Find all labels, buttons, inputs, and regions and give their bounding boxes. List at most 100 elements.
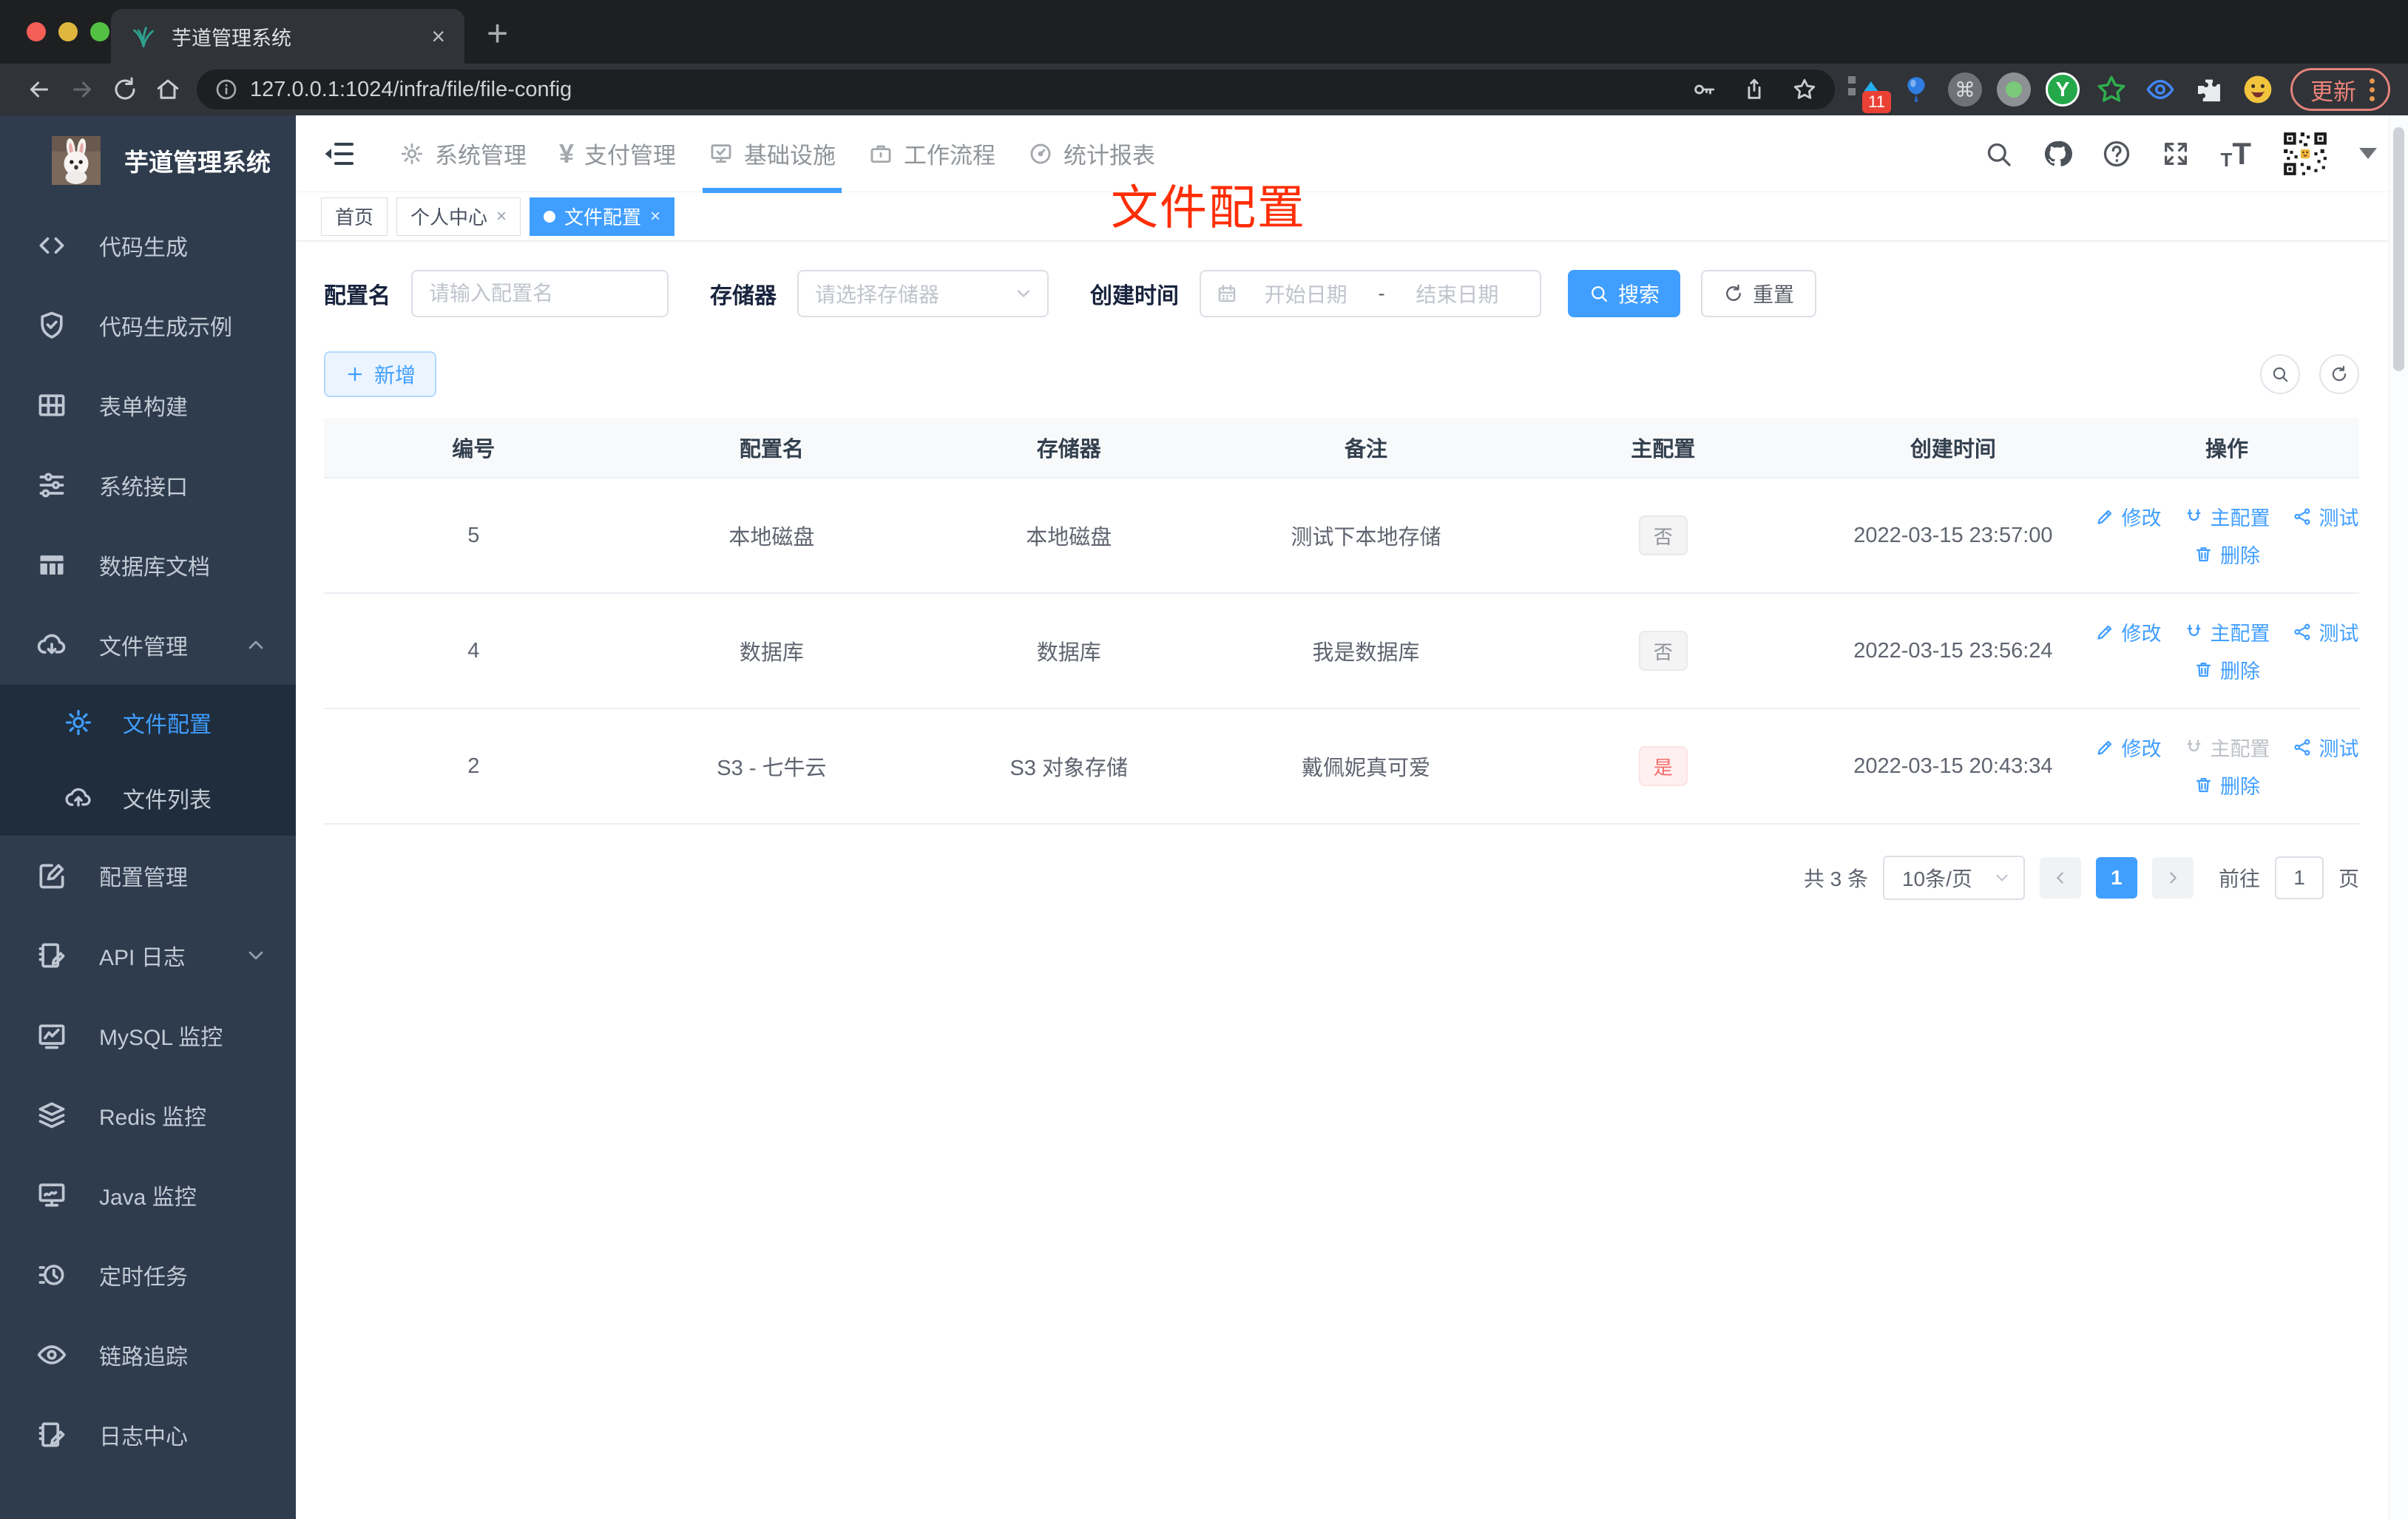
grid-icon: [35, 389, 68, 422]
prev-page-button[interactable]: [2039, 857, 2081, 899]
extension-badge: 11: [1862, 90, 1891, 113]
date-start-placeholder[interactable]: 开始日期: [1238, 279, 1373, 308]
extension-dot-icon[interactable]: [1996, 72, 2032, 107]
new-tab-button[interactable]: +: [487, 12, 508, 55]
delete-link[interactable]: 删除: [2194, 540, 2260, 569]
test-link[interactable]: 测试: [2293, 618, 2359, 646]
col-header-name: 配置名: [623, 418, 921, 477]
help-icon[interactable]: [2102, 139, 2131, 169]
reset-button[interactable]: 重置: [1701, 270, 1817, 317]
site-info-icon[interactable]: [214, 78, 238, 101]
address-bar[interactable]: 127.0.0.1:1024/infra/file/file-config: [197, 70, 1835, 109]
sidebar-item-db-doc[interactable]: 数据库文档: [0, 525, 296, 605]
extension-eye-icon[interactable]: [2142, 72, 2178, 107]
master-config-link[interactable]: 主配置: [2184, 502, 2270, 531]
topnav-payment-management[interactable]: ¥ 支付管理: [543, 115, 692, 192]
avatar-dropdown-caret[interactable]: [2359, 148, 2377, 159]
avatar[interactable]: [2281, 129, 2330, 178]
goto-page-input[interactable]: [2274, 856, 2324, 899]
sidebar-item-system-api[interactable]: 系统接口: [0, 445, 296, 525]
topnav-system-management[interactable]: 系统管理: [383, 115, 543, 192]
next-page-button[interactable]: [2151, 857, 2194, 899]
close-tab-icon[interactable]: ×: [650, 206, 660, 227]
date-end-placeholder[interactable]: 结束日期: [1390, 279, 1525, 308]
browser-update-button[interactable]: 更新: [2290, 68, 2390, 111]
bookmark-star-icon[interactable]: [1792, 77, 1817, 102]
extension-star-icon[interactable]: [2094, 72, 2129, 107]
forward-button[interactable]: [61, 68, 104, 111]
page-scrollbar[interactable]: [2389, 115, 2408, 1519]
edit-link[interactable]: 修改: [2095, 733, 2162, 762]
table-header-row: 编号 配置名 存储器 备注 主配置 创建时间 操作: [324, 418, 2359, 478]
sidebar-item-log-center[interactable]: 日志中心: [0, 1395, 296, 1475]
search-icon[interactable]: [1983, 139, 2013, 169]
close-window-button[interactable]: [27, 22, 46, 41]
sidebar-item-mysql-monitor[interactable]: MySQL 监控: [0, 995, 296, 1075]
table-refresh-button[interactable]: [2319, 354, 2359, 394]
sidebar-item-code-example[interactable]: 代码生成示例: [0, 285, 296, 365]
font-size-icon[interactable]: TT: [2220, 136, 2251, 172]
chevron-left-icon: [2051, 868, 2070, 887]
extension-puzzle-icon[interactable]: [2191, 72, 2227, 107]
master-config-link[interactable]: 主配置: [2184, 618, 2270, 646]
sidebar-item-code-generation[interactable]: 代码生成: [0, 206, 296, 285]
share-icon[interactable]: [1742, 77, 1767, 102]
delete-link[interactable]: 删除: [2194, 771, 2260, 799]
fullscreen-icon[interactable]: [2161, 139, 2191, 169]
extension-command-icon[interactable]: ⌘: [1947, 72, 1983, 107]
sidebar-item-form-builder[interactable]: 表单构建: [0, 365, 296, 445]
search-icon: [2270, 365, 2290, 384]
reload-button[interactable]: [104, 68, 146, 111]
sidebar-item-api-log[interactable]: API 日志: [0, 916, 296, 995]
topnav-infrastructure[interactable]: 基础设施: [692, 115, 852, 193]
sidebar-logo[interactable]: 芋道管理系统: [0, 115, 296, 206]
close-tab-icon[interactable]: ×: [496, 206, 507, 227]
current-page-button[interactable]: 1: [2095, 857, 2137, 899]
search-button[interactable]: 搜索: [1568, 270, 1681, 317]
tab-home[interactable]: 首页: [321, 197, 388, 236]
date-range-picker[interactable]: 开始日期 - 结束日期: [1200, 270, 1541, 317]
sidebar-item-config-management[interactable]: 配置管理: [0, 836, 296, 916]
file-management-submenu: 文件配置 文件列表: [0, 685, 296, 836]
sidebar-item-java-monitor[interactable]: Java 监控: [0, 1155, 296, 1235]
extension-y-icon[interactable]: Y: [2045, 72, 2080, 107]
col-header-storage: 存储器: [920, 418, 1218, 477]
test-link[interactable]: 测试: [2293, 502, 2359, 531]
extension-balloon-icon[interactable]: [1898, 72, 1934, 107]
zoom-window-button[interactable]: [90, 22, 109, 41]
chevron-up-icon: [244, 633, 268, 657]
chevron-right-icon: [2163, 868, 2182, 887]
sidebar-item-file-management[interactable]: 文件管理: [0, 605, 296, 685]
sidebar-item-file-list[interactable]: 文件列表: [0, 760, 296, 836]
storage-select[interactable]: 请选择存储器: [797, 270, 1049, 317]
delete-link[interactable]: 删除: [2194, 655, 2260, 684]
add-button[interactable]: 新增: [324, 351, 437, 397]
update-label: 更新: [2310, 78, 2356, 105]
back-button[interactable]: [18, 68, 61, 111]
github-icon[interactable]: [2043, 139, 2073, 169]
table-search-toggle-button[interactable]: [2260, 354, 2300, 394]
sidebar-item-tracing[interactable]: 链路追踪: [0, 1315, 296, 1395]
tab-close-icon[interactable]: ×: [431, 24, 445, 48]
minimize-window-button[interactable]: [58, 22, 78, 41]
browser-tab[interactable]: 芋道管理系统 ×: [111, 9, 464, 64]
scrollbar-thumb[interactable]: [2393, 127, 2404, 371]
sidebar-item-scheduled-tasks[interactable]: 定时任务: [0, 1235, 296, 1315]
password-key-icon[interactable]: [1691, 77, 1717, 102]
topnav-workflow[interactable]: 工作流程: [852, 115, 1012, 192]
browser-titlebar: 芋道管理系统 × +: [0, 0, 2408, 64]
browser-menu-icon[interactable]: [2370, 78, 2375, 101]
sidebar-item-redis-monitor[interactable]: Redis 监控: [0, 1075, 296, 1155]
page-size-select[interactable]: 10条/页: [1882, 856, 2025, 900]
tab-profile[interactable]: 个人中心 ×: [396, 197, 521, 236]
collapse-sidebar-icon[interactable]: [321, 136, 356, 172]
config-name-input[interactable]: [411, 270, 669, 317]
tab-file-config[interactable]: 文件配置 ×: [530, 197, 675, 236]
test-link[interactable]: 测试: [2293, 733, 2359, 762]
edit-link[interactable]: 修改: [2095, 618, 2162, 646]
sidebar-item-file-config[interactable]: 文件配置: [0, 685, 296, 760]
extension-emoji-icon[interactable]: [2240, 72, 2276, 107]
edit-link[interactable]: 修改: [2095, 502, 2162, 531]
home-button[interactable]: [146, 68, 189, 111]
extension-diamond-icon[interactable]: ♦ 11: [1848, 72, 1891, 113]
